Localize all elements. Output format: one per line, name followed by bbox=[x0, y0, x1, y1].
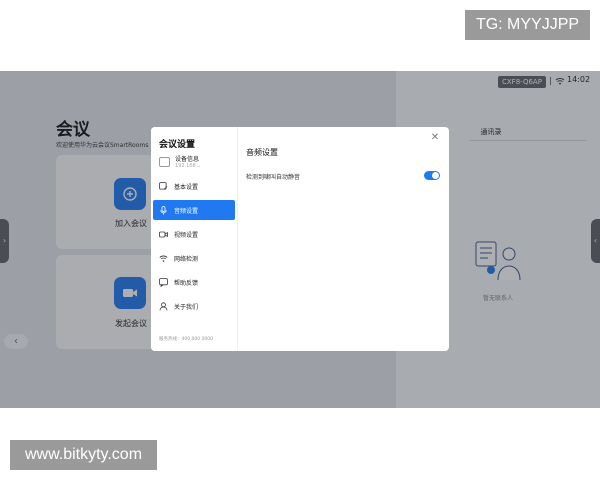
menu-item-about-us[interactable]: 关于我们 bbox=[153, 296, 235, 316]
menu-item-network-check[interactable]: 网络检测 bbox=[153, 248, 235, 268]
device-icon bbox=[159, 157, 170, 167]
menu-item-basic-settings[interactable]: 基本设置 bbox=[153, 176, 235, 196]
help-feedback-icon bbox=[159, 277, 168, 287]
menu-item-label: 关于我们 bbox=[174, 303, 199, 311]
device-ip: 192.168... bbox=[175, 163, 201, 169]
settings-sidebar: 会议设置 设备信息 192.168... 基本设置 音频设置 视频设置 网络检测… bbox=[151, 127, 237, 351]
menu-item-label: 基本设置 bbox=[174, 183, 199, 191]
menu-item-audio-settings[interactable]: 音频设置 bbox=[153, 200, 235, 220]
menu-item-help-feedback[interactable]: 帮助反馈 bbox=[153, 272, 235, 292]
user-icon bbox=[159, 301, 168, 311]
menu-item-video-settings[interactable]: 视频设置 bbox=[153, 224, 235, 244]
meeting-settings-dialog: 会议设置 设备信息 192.168... 基本设置 音频设置 视频设置 网络检测… bbox=[151, 127, 449, 351]
watermark-top: TG: MYYJJPP bbox=[465, 10, 590, 40]
toggle-knob bbox=[432, 172, 439, 179]
microphone-icon bbox=[159, 205, 168, 215]
watermark-bottom: www.bitkyty.com bbox=[10, 440, 157, 470]
wifi-icon bbox=[159, 254, 168, 263]
menu-item-label: 音频设置 bbox=[174, 207, 199, 215]
app-screen: 会议 欢迎使用华为云会议SmartRooms 加入会议 发起会议 ‹ 通讯录 暂… bbox=[0, 71, 600, 408]
basic-settings-icon bbox=[159, 181, 168, 191]
device-info-label[interactable]: 设备信息 bbox=[175, 154, 199, 163]
dialog-divider bbox=[237, 127, 238, 351]
howling-auto-mute-toggle[interactable] bbox=[424, 171, 440, 180]
menu-item-label: 网络检测 bbox=[174, 255, 199, 263]
howling-auto-mute-label: 检测到啸叫自动静音 bbox=[246, 174, 301, 181]
service-hotline: 服务热线：400 000 0000 bbox=[159, 337, 213, 342]
menu-item-label: 视频设置 bbox=[174, 231, 199, 239]
close-icon[interactable]: ✕ bbox=[430, 133, 440, 143]
video-camera-icon bbox=[159, 230, 168, 239]
menu-item-label: 帮助反馈 bbox=[174, 279, 199, 287]
audio-settings-title: 音频设置 bbox=[246, 148, 278, 157]
dialog-title: 会议设置 bbox=[159, 140, 196, 150]
